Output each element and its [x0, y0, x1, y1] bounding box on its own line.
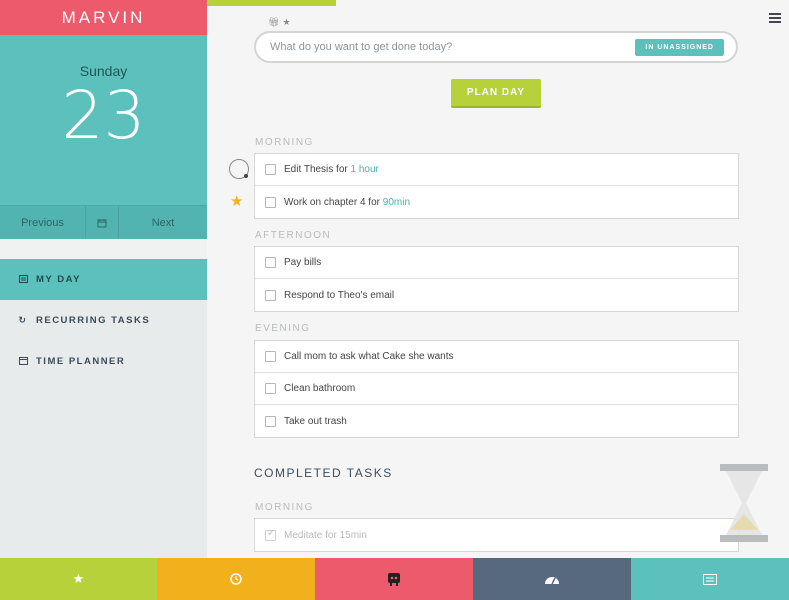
task-checkbox[interactable]: [265, 383, 276, 394]
timer-dot: [244, 174, 248, 178]
bottom-tab-robot[interactable]: [315, 558, 473, 600]
task-checkbox[interactable]: [265, 257, 276, 268]
task-list-evening: Call mom to ask what Cake she wants Clea…: [254, 340, 739, 438]
section-label-completed-morning: MORNING: [255, 502, 314, 513]
bottom-tab-list[interactable]: [631, 558, 789, 600]
previous-day-button[interactable]: Previous: [0, 206, 86, 239]
task-checkbox[interactable]: [265, 351, 276, 362]
task-checkbox-checked[interactable]: [265, 528, 276, 541]
task-text: Clean bathroom: [284, 383, 356, 394]
hourglass-icon: [720, 464, 768, 542]
calendar-icon: [97, 218, 107, 227]
task-list-completed: Meditate for 15min: [254, 518, 739, 552]
bottom-tab-gauge[interactable]: [473, 558, 631, 600]
task-duration: 1 hour: [350, 164, 379, 175]
sidebar-spacer: [0, 239, 207, 259]
completed-tasks-heading: COMPLETED TASKS: [254, 466, 393, 480]
star-icon[interactable]: ★: [230, 192, 243, 210]
task-item[interactable]: Call mom to ask what Cake she wants: [255, 341, 738, 373]
task-input-bar: IN UNASSIGNED: [254, 31, 738, 63]
task-text: Respond to Theo's email: [284, 289, 395, 301]
sidebar-item-label: RECURRING TASKS: [36, 315, 151, 326]
progress-accent: [207, 0, 336, 6]
section-label-morning: MORNING: [255, 137, 314, 148]
gift-icon[interactable]: 🎁︎: [268, 17, 282, 27]
plan-day-button[interactable]: PLAN DAY: [451, 79, 541, 108]
app-title: MARVIN: [0, 0, 207, 35]
category-tag-button[interactable]: IN UNASSIGNED: [635, 39, 724, 56]
task-item[interactable]: Edit Thesis for 1 hour: [255, 154, 738, 186]
task-checkbox[interactable]: [265, 196, 276, 208]
section-label-afternoon: AFTERNOON: [255, 230, 332, 241]
sidebar: MARVIN Sunday 23 Previous Next MY DAY ↻ …: [0, 0, 207, 558]
star-icon: ★: [72, 571, 85, 586]
task-item-completed[interactable]: Meditate for 15min: [255, 519, 738, 551]
gauge-icon: [545, 577, 559, 585]
calendar-button[interactable]: [86, 206, 119, 239]
sidebar-item-my-day[interactable]: MY DAY: [0, 259, 207, 300]
sidebar-item-recurring-tasks[interactable]: ↻ RECURRING TASKS: [0, 300, 207, 341]
hamburger-icon: [769, 13, 781, 15]
bottom-bar: ★: [0, 558, 789, 600]
task-duration: 90min: [382, 196, 411, 208]
task-input[interactable]: [256, 33, 616, 61]
task-list-afternoon: Pay bills Respond to Theo's email: [254, 246, 739, 312]
task-text: Meditate for 15min: [284, 529, 367, 541]
menu-button[interactable]: [769, 13, 781, 25]
task-text: Work on chapter 4 for: [284, 196, 380, 208]
task-item[interactable]: Clean bathroom: [255, 373, 738, 405]
task-checkbox[interactable]: [265, 289, 276, 301]
next-day-button[interactable]: Next: [119, 206, 207, 239]
sidebar-item-label: MY DAY: [36, 274, 81, 285]
list-icon: [18, 274, 28, 285]
calendar-icon: [18, 356, 28, 367]
task-list-morning: Edit Thesis for 1 hour Work on chapter 4…: [254, 153, 739, 219]
task-item[interactable]: Respond to Theo's email: [255, 279, 738, 311]
bottom-tab-star[interactable]: ★: [0, 558, 157, 600]
refresh-icon: ↻: [18, 315, 28, 325]
star-icon[interactable]: ★: [282, 17, 293, 27]
quick-icons: 🎁︎★: [268, 17, 294, 28]
clock-icon: [230, 573, 242, 585]
task-text: Edit Thesis for: [284, 164, 348, 175]
task-checkbox[interactable]: [265, 415, 276, 427]
robot-icon: [388, 573, 400, 586]
day-number: 23: [61, 77, 146, 154]
task-checkbox[interactable]: [265, 164, 276, 175]
task-item[interactable]: Take out trash: [255, 405, 738, 437]
day-name: Sunday: [79, 63, 128, 79]
section-label-evening: EVENING: [255, 323, 311, 334]
sidebar-item-time-planner[interactable]: TIME PLANNER: [0, 341, 207, 382]
main-content: 🎁︎★ IN UNASSIGNED PLAN DAY MORNING ★ Edi…: [207, 0, 789, 558]
list-icon: [703, 573, 717, 585]
task-text: Take out trash: [284, 415, 347, 427]
task-text: Call mom to ask what Cake she wants: [284, 351, 454, 362]
date-panel: Sunday 23: [0, 35, 207, 205]
date-nav: Previous Next: [0, 205, 207, 239]
task-item[interactable]: Pay bills: [255, 247, 738, 279]
task-item[interactable]: Work on chapter 4 for 90min: [255, 186, 738, 218]
bottom-tab-clock[interactable]: [157, 558, 315, 600]
sidebar-item-label: TIME PLANNER: [36, 356, 126, 367]
task-text: Pay bills: [284, 257, 322, 268]
